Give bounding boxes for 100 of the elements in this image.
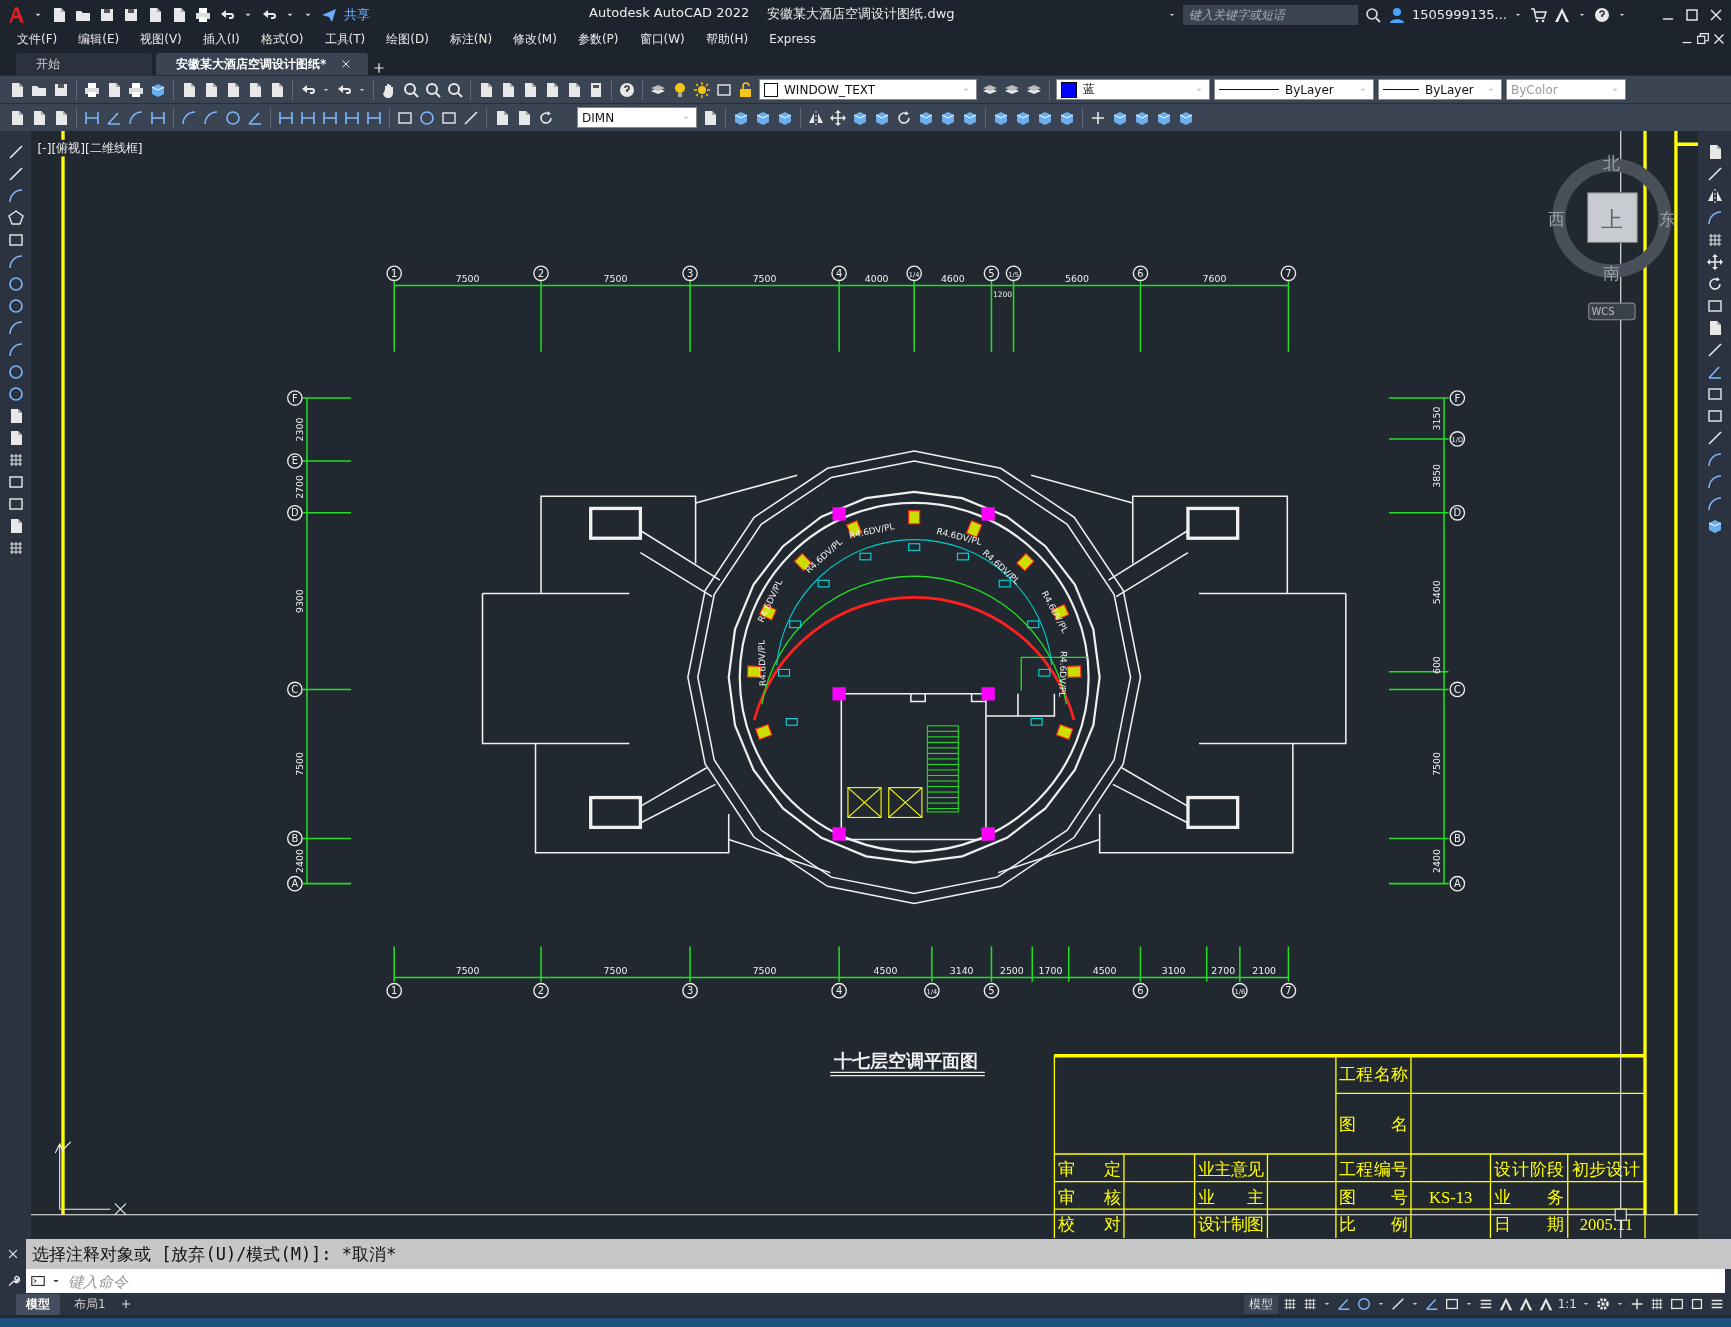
arc-icon[interactable] bbox=[180, 108, 198, 127]
settings-icon[interactable] bbox=[1595, 1296, 1611, 1312]
caret-icon[interactable] bbox=[52, 1277, 60, 1285]
user-name[interactable]: 1505999135... bbox=[1411, 7, 1507, 22]
menu-item[interactable]: 视图(V) bbox=[140, 30, 182, 48]
share-button[interactable]: 共享 bbox=[344, 5, 370, 24]
move-icon[interactable] bbox=[829, 108, 847, 127]
circle-icon[interactable] bbox=[418, 108, 436, 127]
dimension-style-dropdown[interactable]: DIMN bbox=[577, 107, 697, 128]
arc-icon[interactable] bbox=[6, 187, 25, 205]
axis-bubble: F bbox=[1449, 390, 1466, 406]
arc-icon[interactable] bbox=[1705, 209, 1724, 227]
menu-item[interactable]: 工具(T) bbox=[324, 30, 366, 48]
document-tab[interactable]: 开始 bbox=[16, 53, 152, 75]
rectangle-icon[interactable] bbox=[6, 473, 25, 491]
menu-item[interactable]: Express bbox=[769, 32, 816, 46]
menu-item[interactable]: 绘图(D) bbox=[386, 30, 429, 48]
color-dropdown[interactable]: 蓝 bbox=[1056, 79, 1210, 100]
rectangle-icon[interactable] bbox=[1705, 297, 1724, 315]
move-icon[interactable] bbox=[1705, 253, 1724, 271]
rectangle-icon[interactable] bbox=[1705, 407, 1724, 425]
menu-item[interactable]: 窗口(W) bbox=[639, 30, 685, 48]
search-icon[interactable] bbox=[1363, 5, 1382, 24]
axis-bubble: D bbox=[1449, 505, 1466, 521]
search-field[interactable]: 键入关键字或短语 bbox=[1182, 4, 1358, 25]
rectangle-icon[interactable] bbox=[6, 495, 25, 513]
lineweight-dropdown[interactable]: ByLayer bbox=[1378, 79, 1502, 100]
autodesk-logo-icon[interactable] bbox=[1497, 1296, 1514, 1312]
circle-icon[interactable] bbox=[6, 297, 25, 315]
arc-icon[interactable] bbox=[6, 253, 25, 271]
duct-label: R4.6DV/PL bbox=[756, 639, 768, 687]
menu-item[interactable]: 文件(F) bbox=[17, 30, 58, 48]
mirror-icon[interactable] bbox=[1705, 187, 1724, 205]
rectangle-icon[interactable] bbox=[1705, 385, 1724, 403]
layout-tab[interactable]: 模型 bbox=[16, 1293, 60, 1315]
close-icon[interactable] bbox=[6, 1247, 20, 1261]
circle-icon[interactable] bbox=[1355, 1296, 1372, 1312]
printer-icon[interactable] bbox=[83, 80, 101, 99]
zoom-icon[interactable] bbox=[446, 80, 464, 99]
command-input[interactable]: 键入命令 bbox=[66, 1271, 1725, 1291]
circle-icon[interactable] bbox=[6, 385, 25, 403]
circle-icon[interactable] bbox=[224, 108, 242, 127]
rectangle-icon[interactable] bbox=[1443, 1296, 1460, 1312]
help-icon[interactable] bbox=[1593, 5, 1611, 24]
help-icon[interactable] bbox=[618, 80, 636, 99]
plus-icon[interactable] bbox=[372, 61, 387, 75]
app-logo-icon[interactable] bbox=[6, 4, 26, 25]
model-space-button[interactable]: 模型 bbox=[1243, 1294, 1278, 1314]
line-icon[interactable] bbox=[462, 108, 480, 127]
printer-icon[interactable] bbox=[127, 80, 145, 99]
user-icon[interactable] bbox=[1387, 5, 1406, 24]
line-icon[interactable] bbox=[1389, 1296, 1406, 1312]
prompt-icon[interactable] bbox=[30, 1273, 46, 1289]
mirror-icon[interactable] bbox=[807, 108, 825, 127]
menu-item[interactable]: 格式(O) bbox=[260, 30, 304, 48]
arc-icon[interactable] bbox=[127, 108, 145, 127]
arc-icon[interactable] bbox=[6, 319, 25, 337]
axis-bubble: 7 bbox=[1280, 265, 1297, 282]
polygon-icon[interactable] bbox=[6, 209, 25, 227]
rectangle-icon[interactable] bbox=[1669, 1296, 1685, 1312]
annotation-scale[interactable]: 1:1 bbox=[1557, 1297, 1577, 1311]
dimension-text: 7500 bbox=[1430, 752, 1442, 776]
menu-item[interactable]: 参数(P) bbox=[577, 30, 619, 48]
printer-icon[interactable] bbox=[194, 5, 212, 24]
wrench-icon[interactable] bbox=[6, 1274, 20, 1288]
circle-icon[interactable] bbox=[6, 363, 25, 381]
menu-item[interactable]: 标注(N) bbox=[449, 30, 493, 48]
menu-item[interactable]: 编辑(E) bbox=[78, 30, 120, 48]
viewport-label[interactable]: [-][俯视][二维线框] bbox=[37, 140, 143, 155]
rotate-icon[interactable] bbox=[895, 108, 913, 127]
document-tab[interactable]: 安徽某大酒店空调设计图纸* bbox=[156, 53, 369, 75]
zoom-icon[interactable] bbox=[402, 80, 420, 99]
autodesk-logo-icon[interactable] bbox=[1517, 1296, 1534, 1312]
command-line-field[interactable]: 键入命令 bbox=[26, 1269, 1725, 1293]
menu-item[interactable]: 插入(I) bbox=[202, 30, 240, 48]
command-history: 选择注释对象或 [放弃(U)/模式(M)]: *取消* bbox=[26, 1239, 1731, 1269]
arc-icon[interactable] bbox=[1705, 495, 1724, 513]
linetype-dropdown[interactable]: ByLayer bbox=[1214, 79, 1374, 100]
plus-icon[interactable] bbox=[119, 1298, 132, 1310]
menu-item[interactable]: 修改(M) bbox=[513, 30, 557, 48]
cube-face-label[interactable]: 上 bbox=[1600, 207, 1623, 232]
autodesk-logo-icon[interactable] bbox=[1537, 1296, 1554, 1312]
rectangle-icon[interactable] bbox=[6, 231, 25, 249]
cart-icon[interactable] bbox=[1529, 5, 1547, 24]
rotate-icon[interactable] bbox=[537, 108, 555, 127]
menu-item[interactable]: 帮助(H) bbox=[705, 30, 749, 48]
arc-icon[interactable] bbox=[202, 108, 220, 127]
maximize-icon[interactable] bbox=[1689, 1296, 1705, 1312]
arc-icon[interactable] bbox=[1705, 451, 1724, 469]
layer-dropdown[interactable]: WINDOW_TEXT bbox=[759, 79, 977, 100]
zoom-icon[interactable] bbox=[424, 80, 442, 99]
sun-icon[interactable] bbox=[693, 80, 711, 99]
arc-icon[interactable] bbox=[6, 341, 25, 359]
layout-tab[interactable]: 布局1 bbox=[64, 1293, 116, 1315]
wcs-button[interactable] bbox=[1588, 302, 1636, 321]
arc-icon[interactable] bbox=[1705, 473, 1724, 491]
circle-icon[interactable] bbox=[6, 275, 25, 293]
grid-icon[interactable] bbox=[1649, 1296, 1665, 1312]
restore-icon[interactable] bbox=[1695, 31, 1711, 47]
plus-icon[interactable] bbox=[1629, 1296, 1645, 1312]
